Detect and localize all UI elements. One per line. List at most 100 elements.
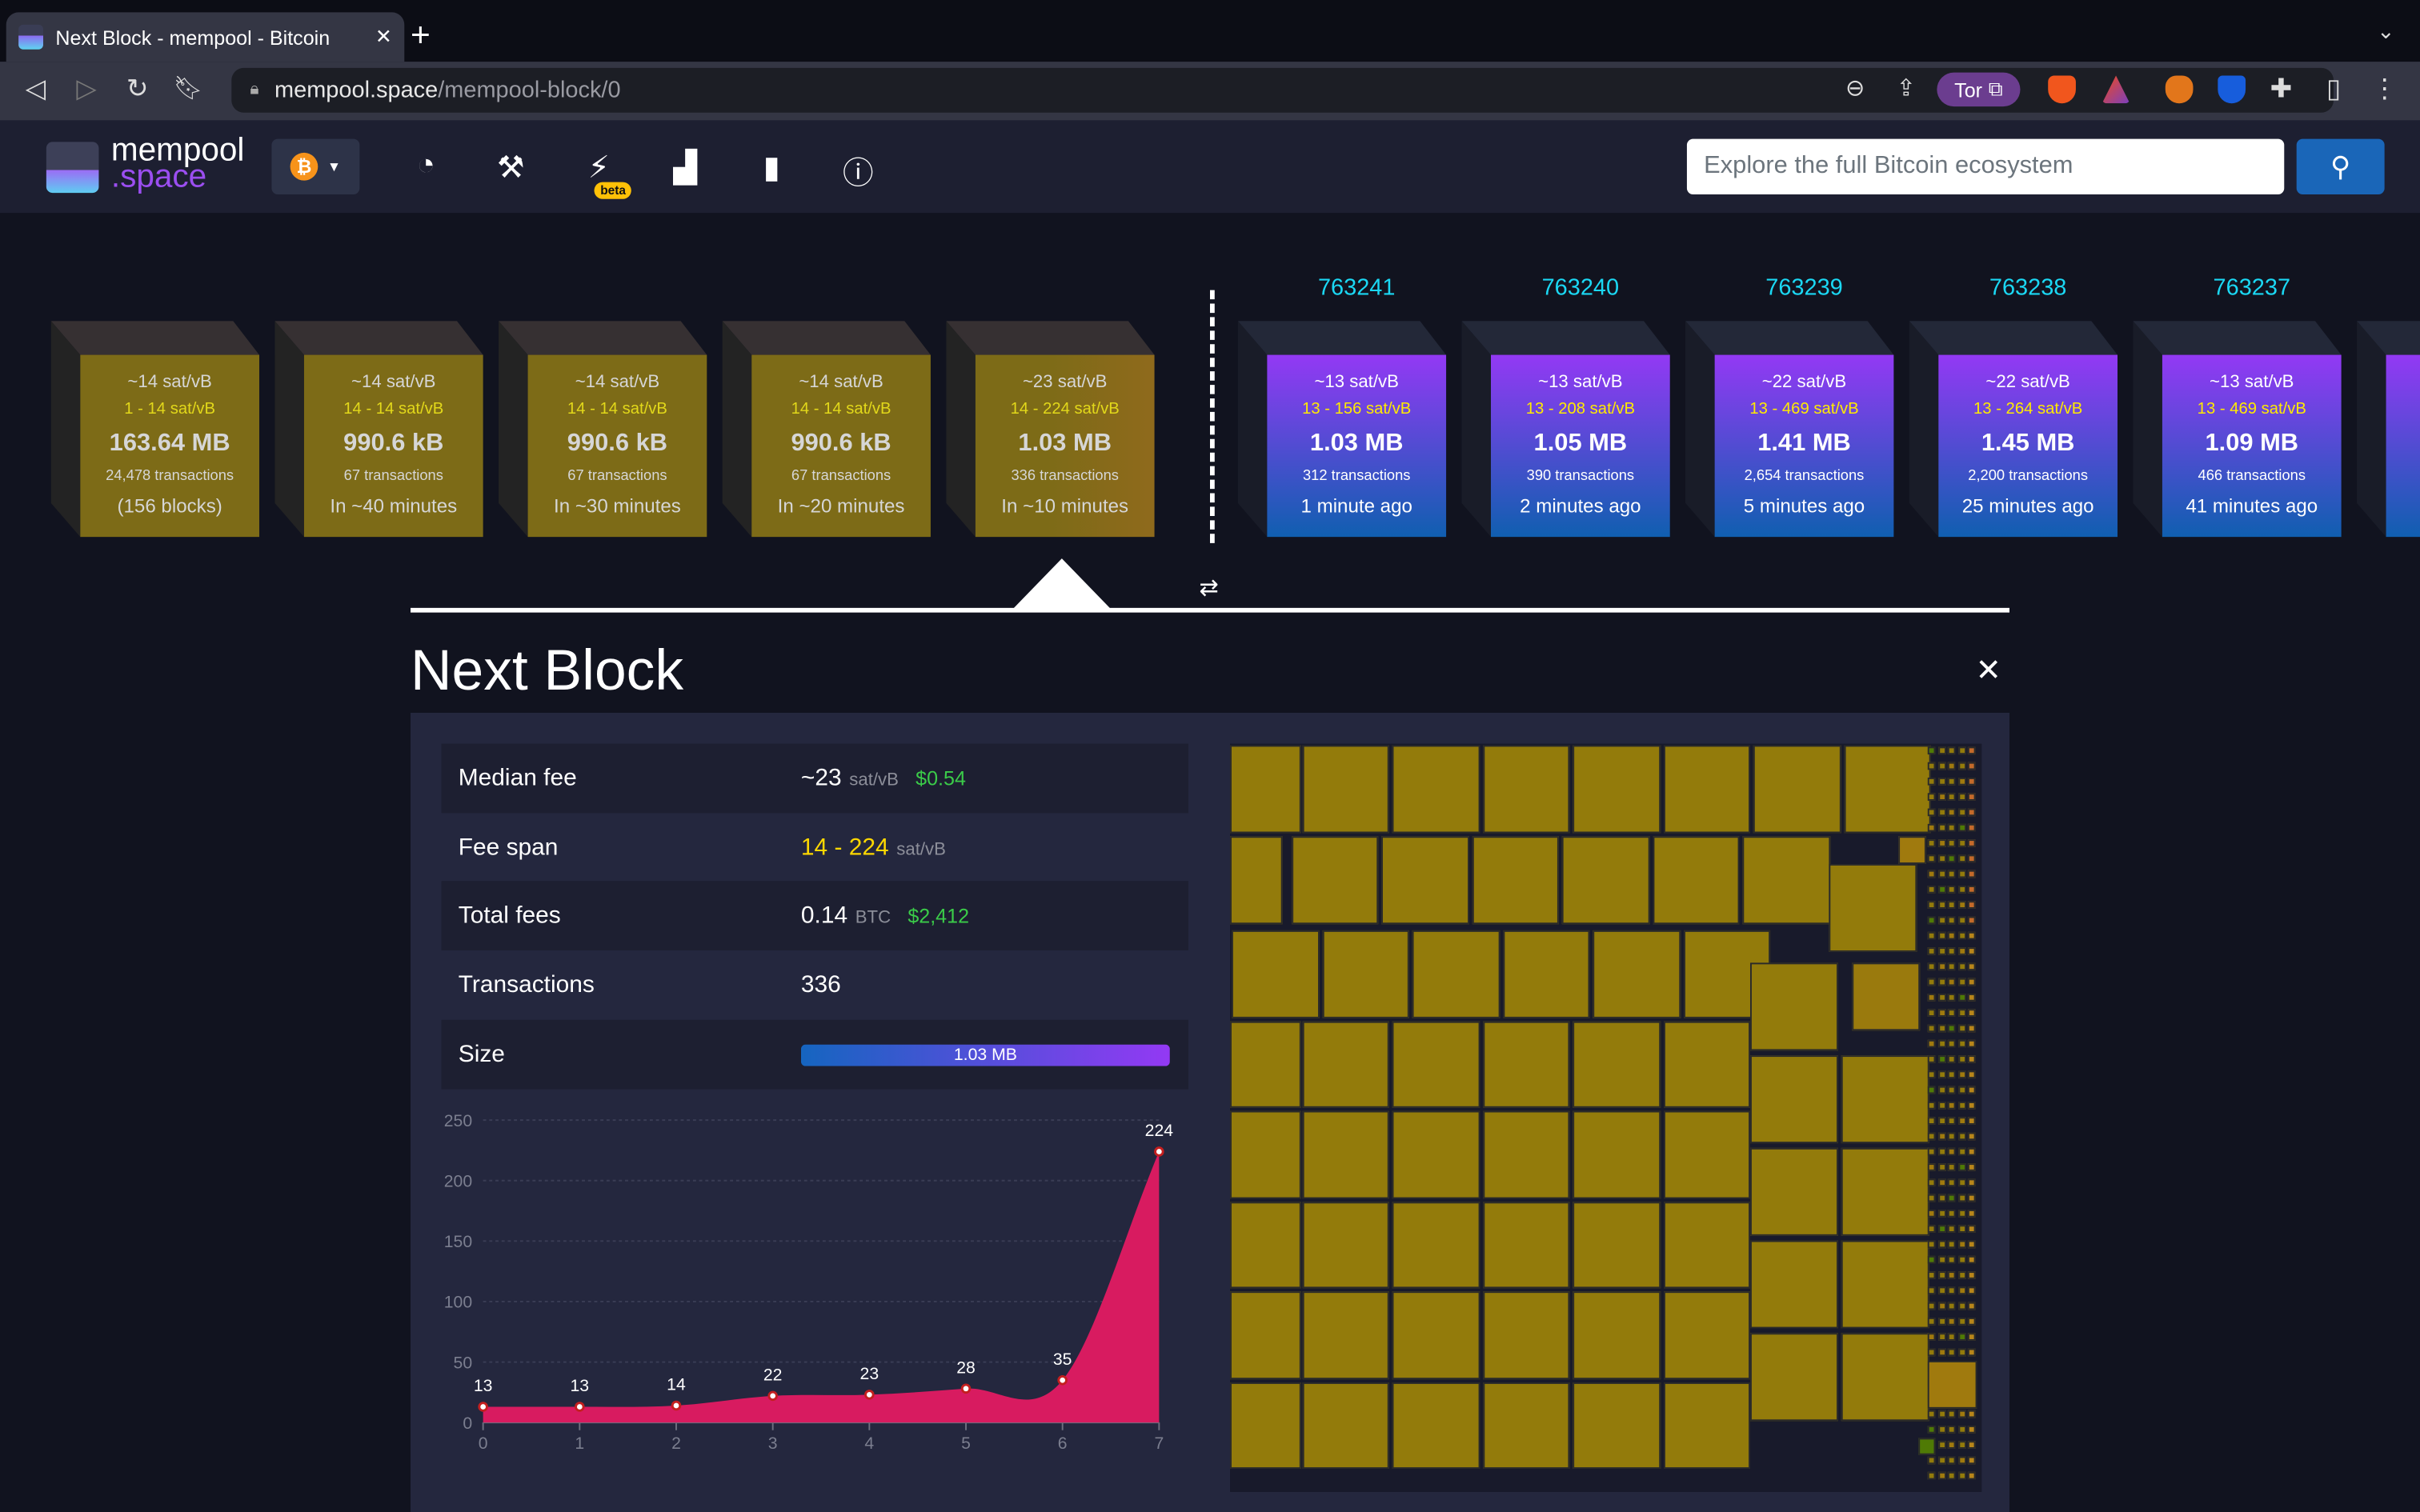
transaction-tile[interactable]: [1301, 1110, 1389, 1198]
swap-direction-icon[interactable]: ⇄: [1199, 574, 1218, 602]
mined-block[interactable]: ~13 sat/vB 13 - 156 sat/vB 1.03 MB 312 tran…: [1237, 321, 1447, 538]
transaction-tile[interactable]: [1937, 1070, 1946, 1079]
transaction-tile[interactable]: [1948, 1209, 1956, 1218]
transaction-tile[interactable]: [1937, 1194, 1946, 1202]
transaction-tile[interactable]: [1927, 1286, 1936, 1295]
block-height-link[interactable]: 763241: [1267, 274, 1446, 301]
transaction-tile[interactable]: [1957, 1194, 1966, 1202]
transaction-tile[interactable]: [1957, 885, 1966, 894]
lightning-icon[interactable]: ⚡︎: [580, 148, 617, 186]
transaction-tile[interactable]: [1937, 1147, 1946, 1156]
transaction-tile[interactable]: [1852, 962, 1921, 1031]
mining-icon[interactable]: ⚒: [492, 148, 529, 186]
block-height-link[interactable]: 763240: [1491, 274, 1670, 301]
transaction-tile[interactable]: [1948, 1317, 1956, 1326]
transaction-tile[interactable]: [1968, 793, 1977, 801]
transaction-tile[interactable]: [1927, 1456, 1936, 1465]
transaction-tile[interactable]: [1230, 1291, 1301, 1379]
transaction-tile[interactable]: [1957, 947, 1966, 955]
transaction-tile[interactable]: [1937, 1471, 1946, 1480]
transaction-tile[interactable]: [1968, 823, 1977, 832]
transaction-tile[interactable]: [1948, 901, 1956, 909]
transaction-tile[interactable]: [1968, 1039, 1977, 1048]
share-icon[interactable]: ⇪: [1889, 74, 1923, 102]
transaction-tile[interactable]: [1482, 1110, 1570, 1198]
transaction-tile[interactable]: [1937, 1441, 1946, 1449]
transaction-tile[interactable]: [1948, 1410, 1956, 1418]
transaction-tile[interactable]: [1230, 1110, 1301, 1198]
transaction-tile[interactable]: [1957, 916, 1966, 925]
transaction-tile[interactable]: [1927, 808, 1936, 817]
metamask-icon[interactable]: [2165, 75, 2194, 104]
transaction-tile[interactable]: [1968, 1240, 1977, 1249]
transaction-tile[interactable]: [1937, 916, 1946, 925]
search-button[interactable]: ⚲: [2296, 138, 2385, 194]
transaction-tile[interactable]: [1231, 930, 1319, 1018]
transaction-tile[interactable]: [1968, 885, 1977, 894]
transaction-tile[interactable]: [1948, 808, 1956, 817]
transaction-tile[interactable]: [1957, 1225, 1966, 1233]
transaction-tile[interactable]: [1937, 808, 1946, 817]
transaction-tile[interactable]: [1948, 962, 1956, 971]
transaction-tile[interactable]: [1927, 1410, 1936, 1418]
transaction-tile[interactable]: [1663, 1382, 1750, 1469]
transaction-tile[interactable]: [1230, 1020, 1301, 1108]
transaction-tile[interactable]: [1937, 1271, 1946, 1279]
transaction-tile[interactable]: [1927, 1147, 1936, 1156]
transaction-tile[interactable]: [1230, 836, 1283, 924]
transaction-tile[interactable]: [1968, 808, 1977, 817]
transaction-tile[interactable]: [1573, 745, 1661, 833]
transaction-tile[interactable]: [1948, 793, 1956, 801]
transaction-tile[interactable]: [1948, 1147, 1956, 1156]
transaction-tile[interactable]: [1927, 839, 1936, 847]
transaction-tile[interactable]: [1937, 1055, 1946, 1063]
transaction-tile[interactable]: [1948, 1456, 1956, 1465]
transaction-tile[interactable]: [1230, 1201, 1301, 1289]
mined-block[interactable]: ~22 sat/vB 13 - 264 sat/vB 1.45 MB 2,200 tr…: [1909, 321, 2118, 538]
transaction-tile[interactable]: [1927, 1271, 1936, 1279]
transaction-tile[interactable]: [1927, 916, 1936, 925]
transaction-tile[interactable]: [1968, 762, 1977, 770]
transaction-tile[interactable]: [1392, 1201, 1480, 1289]
transaction-tile[interactable]: [1381, 836, 1469, 924]
transaction-tile[interactable]: [1957, 1070, 1966, 1079]
transaction-tile[interactable]: [1937, 1333, 1946, 1341]
mempool-logo-icon[interactable]: [46, 142, 99, 194]
dashboard-icon[interactable]: ◔: [407, 148, 444, 183]
transaction-tile[interactable]: [1957, 1086, 1966, 1094]
transaction-tile[interactable]: [1749, 1147, 1838, 1236]
mempool-block[interactable]: ~23 sat/vB 14 - 224 sat/vB 1.03 MB 336 tran…: [946, 321, 1155, 538]
transaction-tile[interactable]: [1948, 839, 1956, 847]
transaction-tile[interactable]: [1937, 1024, 1946, 1033]
transaction-tile[interactable]: [1937, 1225, 1946, 1233]
transaction-tile[interactable]: [1841, 1333, 1929, 1422]
browser-tab[interactable]: Next Block - mempool - Bitcoin ✕: [6, 12, 405, 62]
transaction-tile[interactable]: [1948, 777, 1956, 786]
transaction-tile[interactable]: [1948, 1425, 1956, 1434]
transaction-tile[interactable]: [1957, 823, 1966, 832]
transaction-tile[interactable]: [1927, 1132, 1936, 1141]
transaction-tile[interactable]: [1968, 993, 1977, 1002]
sidebar-icon[interactable]: ▯: [2317, 74, 2350, 106]
transaction-tile[interactable]: [1937, 1317, 1946, 1326]
transaction-tile[interactable]: [1937, 1255, 1946, 1264]
transaction-tile[interactable]: [1948, 1055, 1956, 1063]
transaction-tile[interactable]: [1968, 978, 1977, 986]
transaction-tile[interactable]: [1948, 1286, 1956, 1295]
menu-icon[interactable]: ⋮: [2367, 74, 2401, 106]
transaction-tile[interactable]: [1482, 1382, 1570, 1469]
transaction-tile[interactable]: [1471, 836, 1559, 924]
transaction-tile[interactable]: [1749, 1333, 1838, 1422]
transaction-tile[interactable]: [1937, 931, 1946, 940]
transaction-tile[interactable]: [1948, 854, 1956, 863]
transaction-tile[interactable]: [1841, 1147, 1929, 1236]
transaction-tile[interactable]: [1968, 1471, 1977, 1480]
transaction-tile[interactable]: [1957, 1240, 1966, 1249]
transaction-tile[interactable]: [1968, 1132, 1977, 1141]
transaction-tile[interactable]: [1927, 962, 1936, 971]
transaction-tile[interactable]: [1948, 1255, 1956, 1264]
transaction-tile[interactable]: [1927, 823, 1936, 832]
transaction-tile[interactable]: [1948, 1240, 1956, 1249]
transaction-tile[interactable]: [1937, 1117, 1946, 1125]
transaction-tile[interactable]: [1927, 1471, 1936, 1480]
